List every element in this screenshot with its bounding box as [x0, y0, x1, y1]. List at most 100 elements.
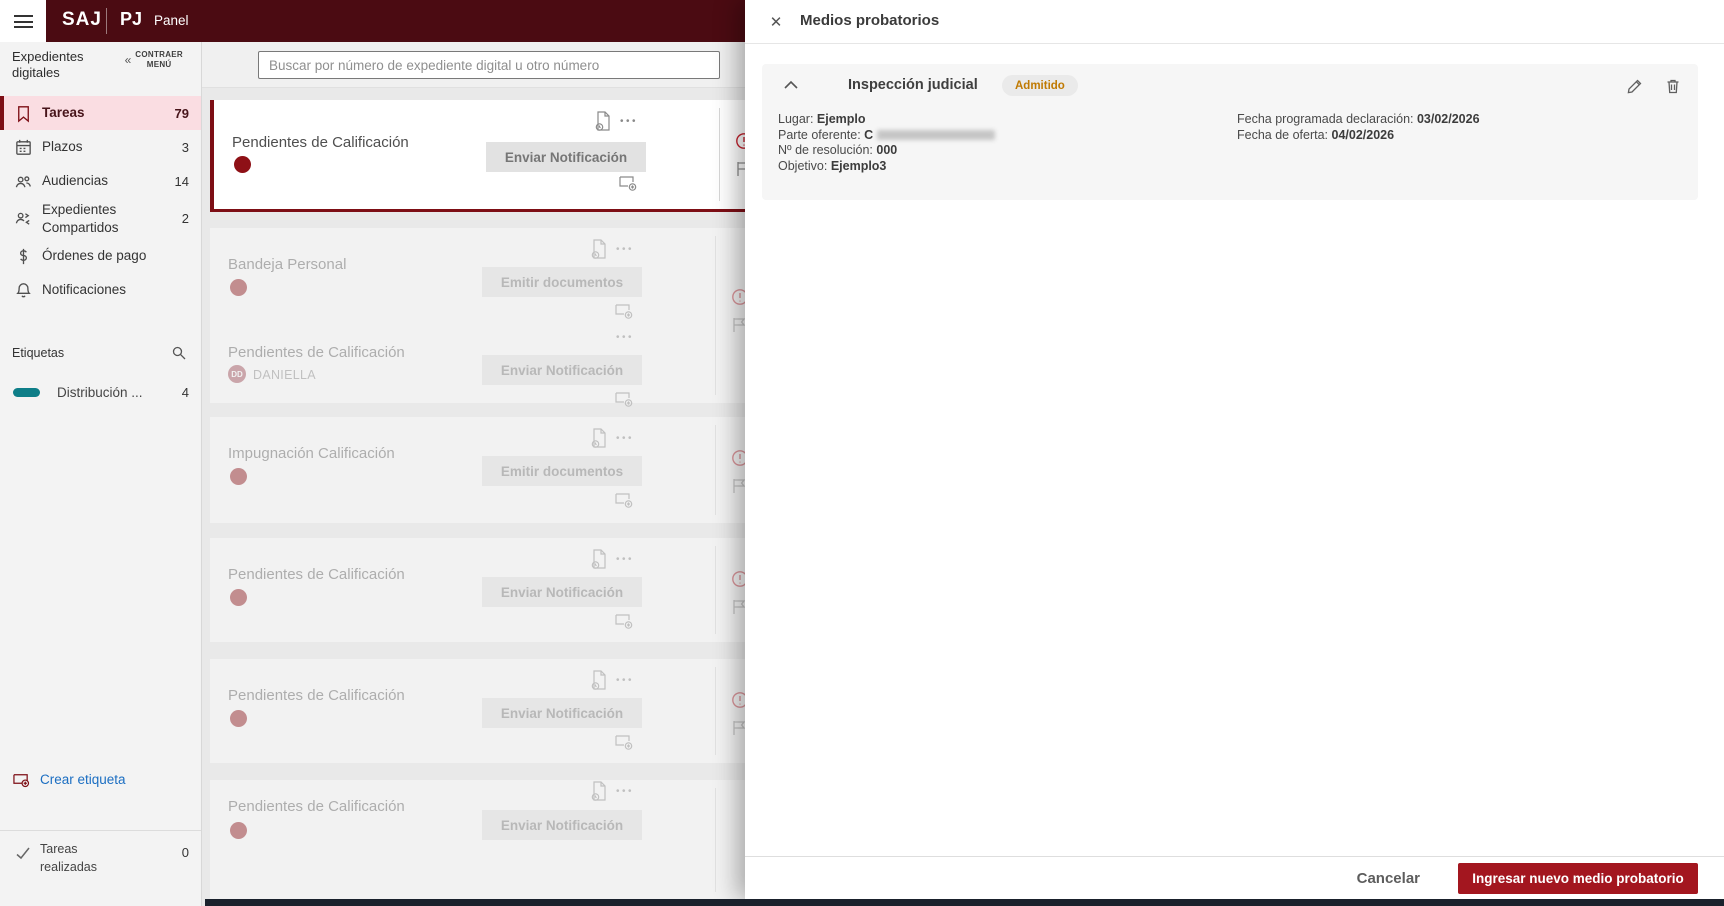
- card-divider: [715, 667, 716, 755]
- document-status-icon[interactable]: [588, 669, 608, 691]
- panel-title: Medios probatorios: [800, 12, 940, 29]
- status-dot: [230, 468, 247, 485]
- more-options-icon[interactable]: •••: [616, 332, 634, 343]
- create-tag-button[interactable]: Crear etiqueta: [0, 771, 201, 788]
- more-options-icon[interactable]: •••: [616, 786, 634, 797]
- evidence-card: Inspección judicial Admitido Lugar: Ejem…: [762, 64, 1698, 200]
- status-badge: Admitido: [1002, 75, 1078, 96]
- card-divider: [719, 108, 720, 201]
- evidence-title: Inspección judicial: [848, 77, 978, 93]
- sidebar: Expedientes digitales « CONTRAER MENÚ Tar…: [0, 42, 202, 906]
- cancel-button[interactable]: Cancelar: [1357, 870, 1420, 887]
- app-logo: SAJ: [62, 9, 102, 30]
- sidebar-item-expedientes-compartidos[interactable]: Expedientes Compartidos 2: [0, 198, 201, 239]
- evidence-fields-right: Fecha programada declaración: 03/02/2026…: [1237, 112, 1480, 143]
- field-fecha-oferta: Fecha de oferta: 04/02/2026: [1237, 127, 1395, 142]
- bell-icon: [14, 281, 33, 300]
- sidebar-item-count: 14: [174, 173, 189, 189]
- task-action-button[interactable]: Emitir documentos: [482, 456, 642, 486]
- sidebar-item-tareas[interactable]: Tareas 79: [0, 96, 201, 130]
- sidebar-section-title: Expedientes digitales: [12, 49, 84, 81]
- task-title: Pendientes de Calificación: [228, 687, 405, 704]
- edit-pencil-icon[interactable]: [1626, 77, 1644, 95]
- bottom-window-edge: [205, 899, 1724, 906]
- dollar-icon: [14, 247, 33, 266]
- sidebar-item-count: 79: [174, 105, 189, 121]
- document-status-icon[interactable]: [592, 110, 612, 132]
- sidebar-item-plazos[interactable]: Plazos 3: [0, 130, 201, 164]
- calendar-icon: [14, 138, 33, 157]
- people-icon: [14, 172, 33, 191]
- sidebar-item-label: Audiencias: [42, 173, 109, 189]
- sidebar-item-label: Notificaciones: [42, 282, 127, 298]
- status-dot: [230, 589, 247, 606]
- check-icon: [14, 844, 32, 862]
- document-status-icon[interactable]: [588, 238, 608, 260]
- tag-count: 4: [181, 385, 189, 401]
- evidence-fields-left: Lugar: Ejemplo Parte oferente: C Nº de r…: [778, 112, 996, 174]
- done-tasks-row[interactable]: Tareas realizadas 0: [0, 830, 201, 906]
- sidebar-item-count: 3: [181, 139, 189, 155]
- tag-add-icon[interactable]: [618, 174, 638, 192]
- tag-add-icon[interactable]: [614, 390, 634, 408]
- sidebar-item-audiencias[interactable]: Audiencias 14: [0, 164, 201, 198]
- shared-people-icon: [14, 209, 33, 228]
- task-action-button[interactable]: Enviar Notificación: [482, 577, 642, 607]
- sidebar-item-label: Tareas: [42, 105, 85, 121]
- create-tag-label: Crear etiqueta: [40, 772, 126, 787]
- field-objetivo: Objetivo: Ejemplo3: [778, 158, 887, 173]
- app-window: SAJ PJ Panel Expedientes digitales « CON…: [0, 0, 1724, 906]
- card-divider: [715, 788, 716, 892]
- tag-add-icon[interactable]: [614, 612, 634, 630]
- task-action-button[interactable]: Enviar Notificación: [482, 355, 642, 385]
- more-options-icon[interactable]: •••: [616, 244, 634, 255]
- medios-probatorios-panel: ✕ Medios probatorios Inspección judicial…: [745, 0, 1724, 899]
- document-status-icon[interactable]: [588, 548, 608, 570]
- panel-header: ✕ Medios probatorios: [745, 0, 1724, 44]
- status-dot: [230, 279, 247, 296]
- redacted-value: [877, 130, 996, 141]
- tag-add-icon[interactable]: [614, 491, 634, 509]
- task-action-button[interactable]: Enviar Notificación: [486, 142, 646, 172]
- document-status-icon[interactable]: [588, 780, 608, 802]
- task-title: Bandeja Personal: [228, 256, 347, 273]
- document-status-icon[interactable]: [588, 427, 608, 449]
- card-divider: [715, 236, 716, 395]
- delete-trash-icon[interactable]: [1664, 77, 1682, 95]
- sidebar-item-ordenes-de-pago[interactable]: Órdenes de pago: [0, 239, 201, 273]
- field-fecha-declaracion: Fecha programada declaración: 03/02/2026: [1237, 112, 1480, 126]
- sidebar-item-label: Plazos: [42, 139, 83, 155]
- tag-item-distribucion[interactable]: Distribución ... 4: [0, 385, 201, 400]
- chevron-up-icon[interactable]: [783, 79, 799, 91]
- task-title: Impugnación Calificación: [228, 445, 395, 462]
- close-icon[interactable]: ✕: [765, 11, 787, 33]
- add-evidence-button[interactable]: Ingresar nuevo medio probatorio: [1458, 862, 1698, 894]
- more-options-icon[interactable]: •••: [616, 433, 634, 444]
- status-dot: [230, 822, 247, 839]
- field-lugar: Lugar: Ejemplo: [778, 112, 866, 126]
- task-title: Pendientes de Calificación: [228, 566, 405, 583]
- sidebar-item-notificaciones[interactable]: Notificaciones: [0, 273, 201, 307]
- more-options-icon[interactable]: •••: [620, 116, 638, 127]
- bookmark-icon: [14, 104, 33, 123]
- status-dot: [230, 710, 247, 727]
- assignee-avatar: DD: [228, 365, 246, 383]
- panel-footer: Cancelar Ingresar nuevo medio probatorio: [745, 856, 1724, 899]
- more-options-icon[interactable]: •••: [616, 675, 634, 686]
- assignee-name: DANIELLA: [253, 368, 316, 382]
- search-icon[interactable]: [171, 345, 187, 361]
- task-action-button[interactable]: Enviar Notificación: [482, 810, 642, 840]
- more-options-icon[interactable]: •••: [616, 554, 634, 565]
- search-input[interactable]: [258, 51, 720, 79]
- collapse-menu-label: CONTRAER MENÚ: [135, 50, 183, 70]
- card-divider: [715, 546, 716, 634]
- field-parte-oferente: Parte oferente: C: [778, 128, 996, 144]
- done-tasks-label: Tareas realizadas: [40, 842, 97, 874]
- tag-label: Distribución ...: [57, 385, 143, 401]
- page-title: Panel: [154, 13, 189, 28]
- task-action-button[interactable]: Enviar Notificación: [482, 698, 642, 728]
- hamburger-menu-button[interactable]: [0, 0, 46, 42]
- tag-add-icon[interactable]: [614, 733, 634, 751]
- collapse-menu-button[interactable]: « CONTRAER MENÚ: [125, 50, 183, 71]
- task-action-button[interactable]: Emitir documentos: [482, 267, 642, 297]
